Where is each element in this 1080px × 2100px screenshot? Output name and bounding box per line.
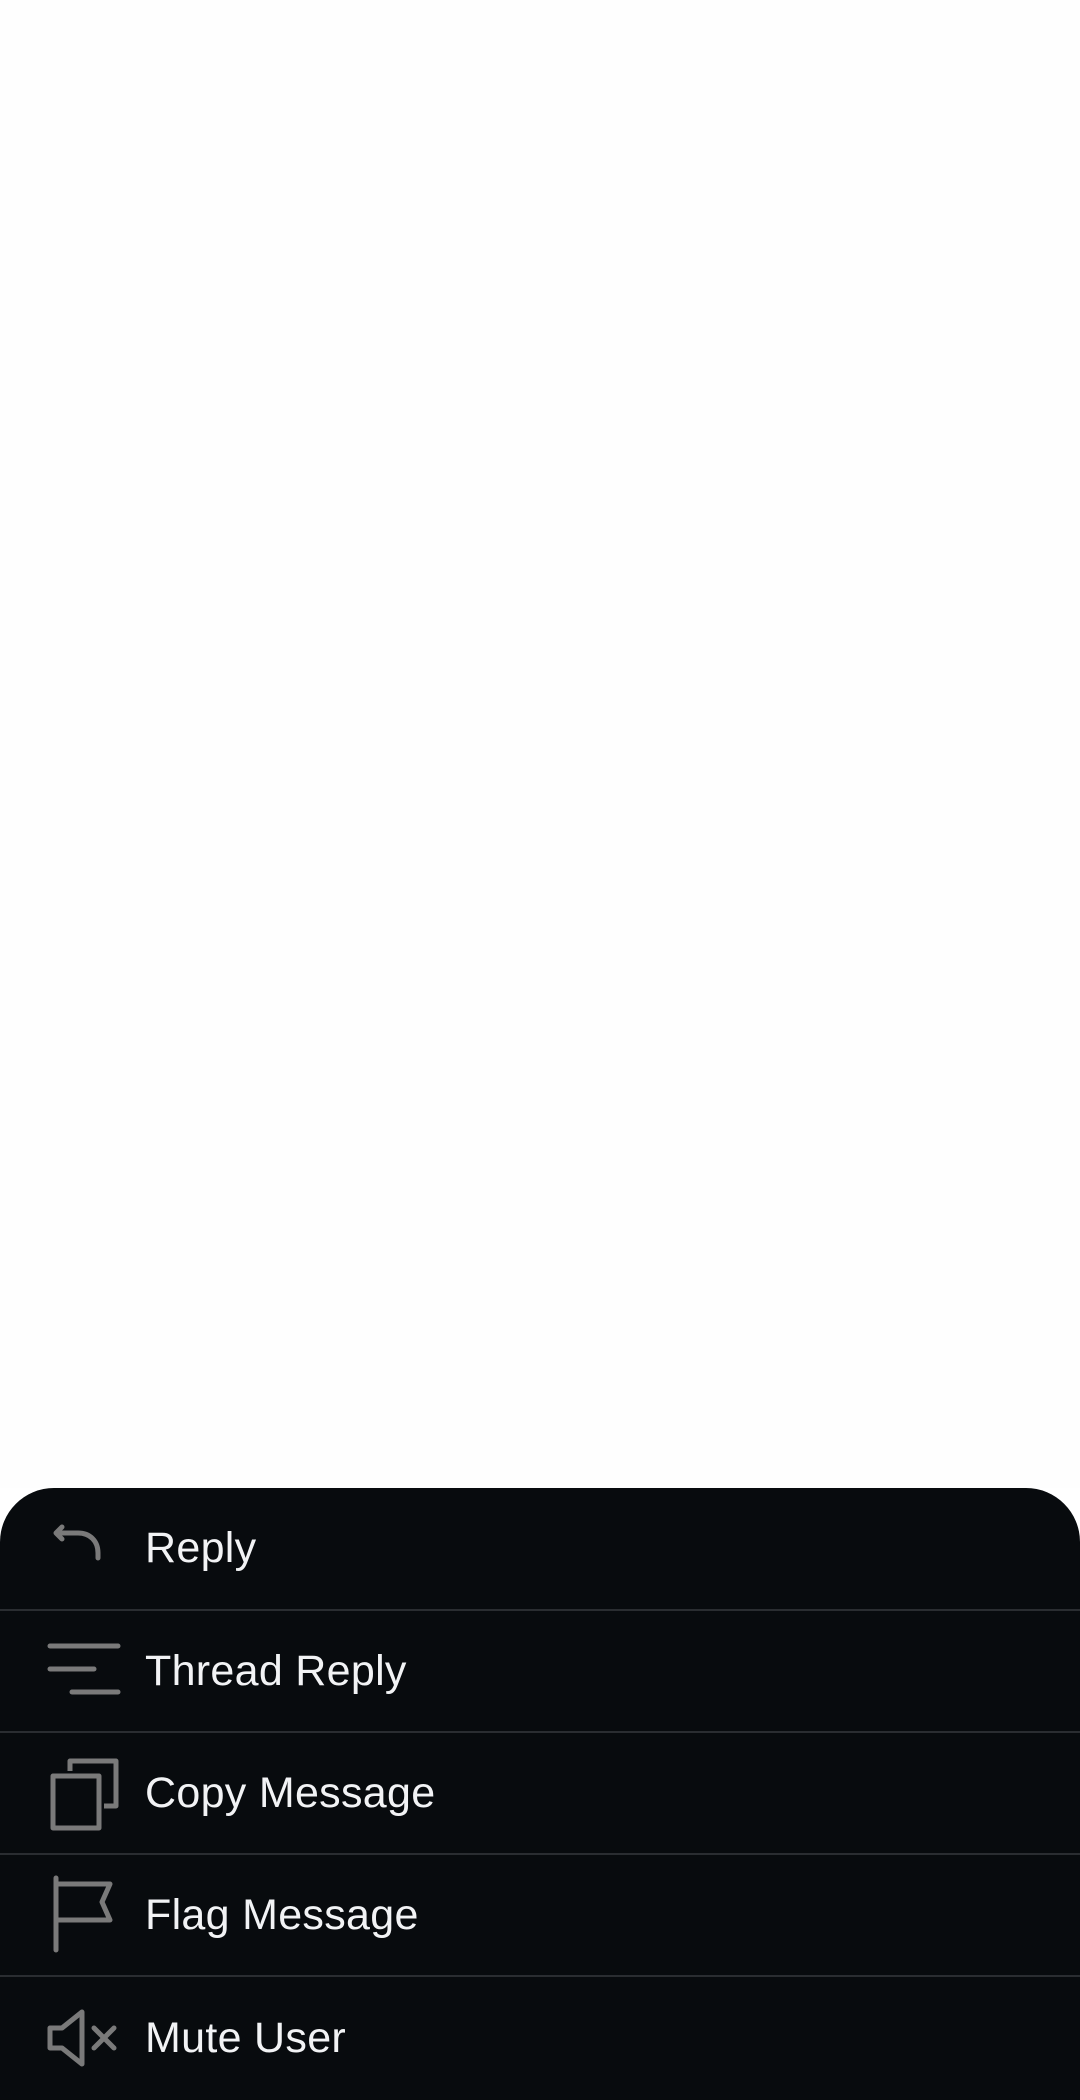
mute-user-menu-item[interactable]: Mute User (0, 1977, 1080, 2100)
flag-message-menu-item[interactable]: Flag Message (0, 1855, 1080, 1977)
thread-reply-menu-item[interactable]: Thread Reply (0, 1611, 1080, 1733)
copy-icon (40, 1748, 130, 1838)
reply-icon (40, 1504, 130, 1594)
copy-message-label: Copy Message (145, 1768, 436, 1817)
empty-content-area (0, 0, 1080, 1488)
flag-message-label: Flag Message (145, 1890, 419, 1939)
mute-user-label: Mute User (145, 2014, 347, 2062)
reply-label: Reply (145, 1524, 257, 1572)
copy-message-menu-item[interactable]: Copy Message (0, 1733, 1080, 1855)
flag-icon (40, 1870, 130, 1960)
reply-menu-item[interactable]: Reply (0, 1488, 1080, 1611)
mute-icon (40, 1994, 130, 2084)
message-actions-menu: Reply Thread Reply Copy Message Flag Mes… (0, 1488, 1080, 2100)
thread-reply-icon (40, 1626, 130, 1716)
thread-reply-label: Thread Reply (145, 1646, 407, 1695)
message-actions-sheet: Reply Thread Reply Copy Message Flag Mes… (0, 1488, 1080, 2100)
